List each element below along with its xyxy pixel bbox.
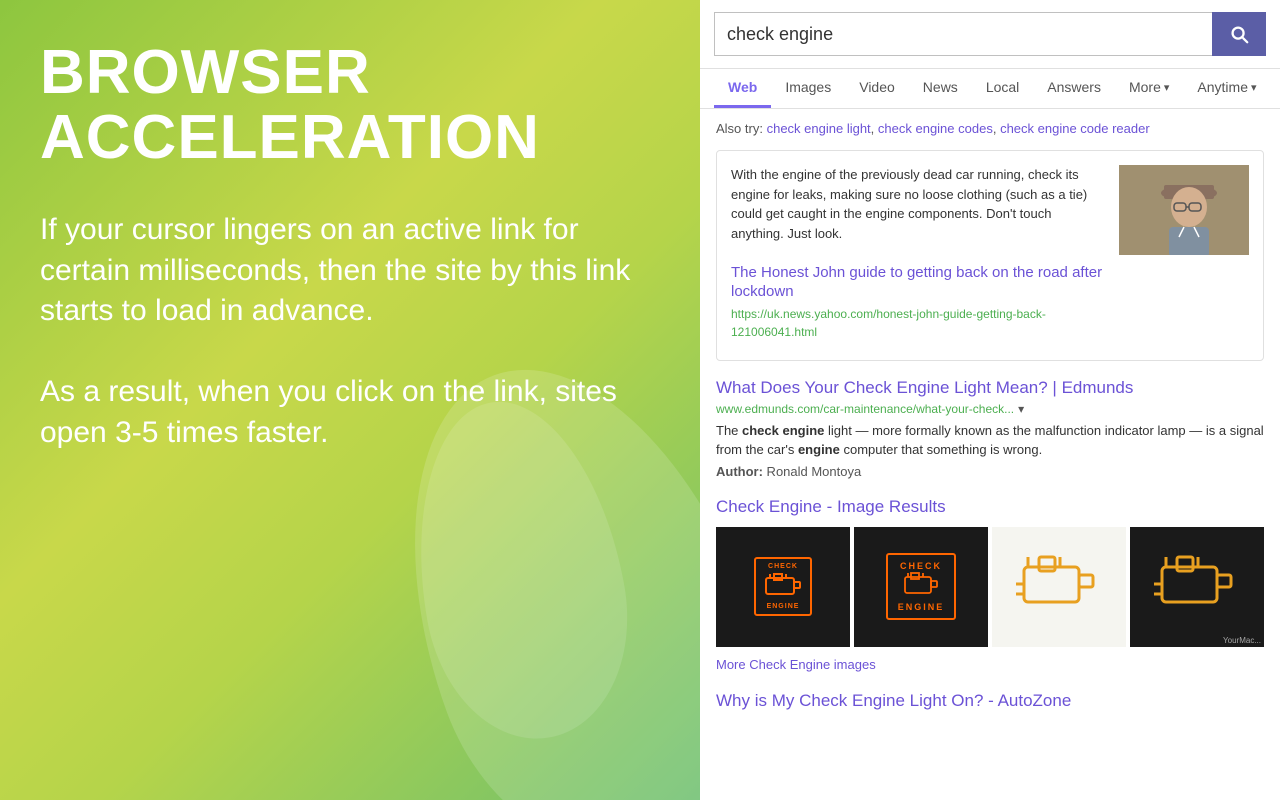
card-result-url: https://uk.news.yahoo.com/honest-john-gu… [731, 305, 1105, 341]
brand-title: BROWSER ACCELERATION [40, 40, 660, 170]
result-edmunds: What Does Your Check Engine Light Mean? … [716, 377, 1264, 479]
chevron-down-icon: ▾ [1251, 81, 1257, 94]
tab-anytime-label: Anytime [1197, 79, 1248, 95]
tab-more[interactable]: More ▾ [1115, 69, 1183, 108]
right-panel: Web Images Video News Local Answers More… [700, 0, 1280, 800]
more-images-link[interactable]: More Check Engine images [716, 657, 1264, 672]
person-silhouette [1119, 165, 1249, 255]
person-image [1119, 165, 1249, 255]
image-thumb-3[interactable] [992, 527, 1126, 647]
card-text-content: With the engine of the previously dead c… [731, 167, 1087, 241]
tab-images[interactable]: Images [771, 69, 845, 108]
card-result-image [1119, 165, 1249, 255]
search-input[interactable] [714, 12, 1212, 56]
tab-news[interactable]: News [909, 69, 972, 108]
results-area: Also try: check engine light, check engi… [700, 109, 1280, 800]
image-thumb-1[interactable]: CHECK ENGINE [716, 527, 850, 647]
search-icon [1228, 23, 1250, 45]
title-line2: ACCELERATION [40, 103, 540, 172]
search-button[interactable] [1212, 12, 1266, 56]
nav-tabs: Web Images Video News Local Answers More… [700, 69, 1280, 109]
tab-anytime[interactable]: Anytime ▾ [1183, 69, 1270, 108]
result-autozone: Why is My Check Engine Light On? - AutoZ… [716, 690, 1264, 712]
tab-more-label: More [1129, 79, 1161, 95]
image-results-section: Check Engine - Image Results CHECK [716, 497, 1264, 672]
result-url-text: www.edmunds.com/car-maintenance/what-you… [716, 402, 1014, 416]
title-line1: BROWSER [40, 38, 371, 107]
result-edmunds-author: Author: Ronald Montoya [716, 464, 1264, 479]
card-result-title[interactable]: The Honest John guide to getting back on… [731, 263, 1105, 302]
engine-icon-1 [764, 570, 802, 598]
tab-answers[interactable]: Answers [1033, 69, 1115, 108]
also-try-label: Also try: [716, 121, 763, 136]
result-autozone-title[interactable]: Why is My Check Engine Light On? - AutoZ… [716, 690, 1264, 712]
card-url-text: https://uk.news.yahoo.com/honest-john-gu… [731, 305, 1105, 341]
result-edmunds-desc: The check engine light — more formally k… [716, 421, 1264, 460]
result-edmunds-title[interactable]: What Does Your Check Engine Light Mean? … [716, 377, 1264, 399]
also-try-link-3[interactable]: check engine code reader [1000, 121, 1150, 136]
image-thumb-2[interactable]: CHECK ENGINE [854, 527, 988, 647]
result-edmunds-url: www.edmunds.com/car-maintenance/what-you… [716, 402, 1264, 416]
image-grid: CHECK ENGINE [716, 527, 1264, 647]
tab-video[interactable]: Video [845, 69, 909, 108]
also-try: Also try: check engine light, check engi… [716, 121, 1264, 136]
watermark: YourMac... [1223, 636, 1261, 645]
dropdown-icon[interactable]: ▾ [1018, 402, 1024, 416]
left-panel: BROWSER ACCELERATION If your cursor ling… [0, 0, 700, 800]
card-result: With the engine of the previously dead c… [716, 150, 1264, 361]
card-result-text: With the engine of the previously dead c… [731, 165, 1105, 346]
image-results-title: Check Engine - Image Results [716, 497, 1264, 517]
search-bar [700, 0, 1280, 69]
also-try-link-1[interactable]: check engine light [767, 121, 871, 136]
engine-icon-2 [903, 571, 939, 597]
engine-icon-4 [1152, 547, 1242, 627]
tab-web[interactable]: Web [714, 69, 771, 108]
also-try-link-2[interactable]: check engine codes [878, 121, 993, 136]
description-text: If your cursor lingers on an active link… [40, 210, 660, 453]
tab-local[interactable]: Local [972, 69, 1033, 108]
chevron-down-icon: ▾ [1164, 81, 1170, 94]
engine-icon-3 [1014, 547, 1104, 627]
image-thumb-4[interactable]: YourMac... [1130, 527, 1264, 647]
